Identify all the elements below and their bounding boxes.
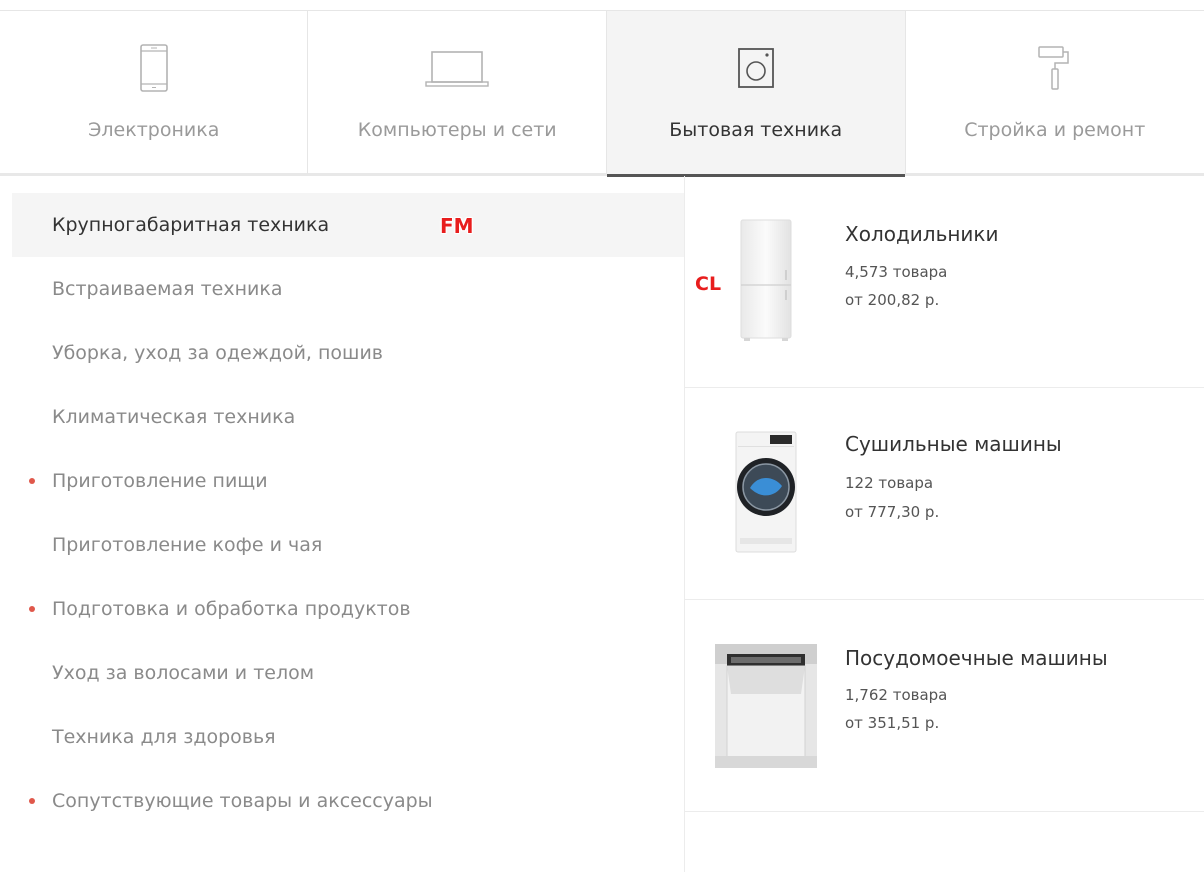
subcategory-label: Встраиваемая техника [52,278,283,300]
paint-roller-icon [1038,46,1069,90]
product-count: 4,573 товара [845,263,948,281]
dryer-image[interactable] [715,430,817,554]
smartphone-icon [139,44,168,92]
product-price: от 351,51 р. [845,714,940,732]
fm-overlay-label: FM [440,214,474,238]
subcategory-label: Приготовление пищи [52,470,268,492]
product-card-refrigerators[interactable]: CL Холодильники 4,573 товара от 200,82 р… [685,176,1204,388]
tab-appliances[interactable]: Бытовая техника [606,11,906,177]
product-price: от 777,30 р. [845,503,940,521]
new-dot-icon [29,478,35,484]
tab-label: Стройка и ремонт [964,119,1146,141]
subcategory-item-hair-body[interactable]: Уход за волосами и телом [12,641,684,705]
subcategory-item-coffee[interactable]: Приготовление кофе и чая [12,513,684,577]
tab-label: Бытовая техника [669,119,843,141]
subcategory-item-accessories[interactable]: Сопутствующие товары и аксессуары [12,769,684,833]
washing-machine-icon [737,48,774,88]
product-card-dryers[interactable]: Сушильные машины 122 товара от 777,30 р. [685,388,1204,600]
subcategory-label: Техника для здоровья [52,726,276,748]
subcategory-label: Подготовка и обработка продуктов [52,598,411,620]
subcategory-item-climate[interactable]: Климатическая техника [12,385,684,449]
category-tabs: Электроника Компьютеры и сети Бытовая те… [0,10,1204,177]
subcategory-item-cleaning[interactable]: Уборка, уход за одеждой, пошив [12,321,684,385]
subcategory-item-health[interactable]: Техника для здоровья [12,705,684,769]
subcategory-label: Сопутствующие товары и аксессуары [52,790,433,812]
subcategory-label: Приготовление кофе и чая [52,534,323,556]
subcategory-label: Уборка, уход за одеждой, пошив [52,342,383,364]
new-dot-icon [29,606,35,612]
tab-label: Электроника [88,119,220,141]
subcategory-label: Уход за волосами и телом [52,662,315,684]
new-dot-icon [29,798,35,804]
product-title[interactable]: Сушильные машины [845,432,1062,456]
product-card-dishwashers[interactable]: Посудомоечные машины 1,762 товара от 351… [685,600,1204,812]
refrigerator-image[interactable] [715,218,817,342]
subcategory-list: Крупногабаритная техника FM Встраиваемая… [12,193,684,833]
cl-overlay-label: CL [695,273,722,295]
product-price: от 200,82 р. [845,291,940,309]
subcategory-item-large-appliances[interactable]: Крупногабаритная техника FM [12,193,684,257]
tab-construction[interactable]: Стройка и ремонт [906,11,1204,174]
product-count: 122 товара [845,474,934,492]
subcategory-item-built-in[interactable]: Встраиваемая техника [12,257,684,321]
subcategory-label: Климатическая техника [52,406,296,428]
tab-label: Компьютеры и сети [357,119,557,141]
dishwasher-image[interactable] [715,644,817,768]
subcategory-label: Крупногабаритная техника [52,214,330,236]
product-count: 1,762 товара [845,686,948,704]
subcategory-item-cooking[interactable]: Приготовление пищи [12,449,684,513]
product-title[interactable]: Холодильники [845,222,999,246]
laptop-icon [425,51,489,87]
tab-computers[interactable]: Компьютеры и сети [308,11,607,174]
tab-electronics[interactable]: Электроника [0,11,309,174]
product-cards: CL Холодильники 4,573 товара от 200,82 р… [685,176,1204,812]
subcategory-item-food-processing[interactable]: Подготовка и обработка продуктов [12,577,684,641]
product-title[interactable]: Посудомоечные машины [845,646,1108,670]
catalog-page: Электроника Компьютеры и сети Бытовая те… [0,0,1204,872]
